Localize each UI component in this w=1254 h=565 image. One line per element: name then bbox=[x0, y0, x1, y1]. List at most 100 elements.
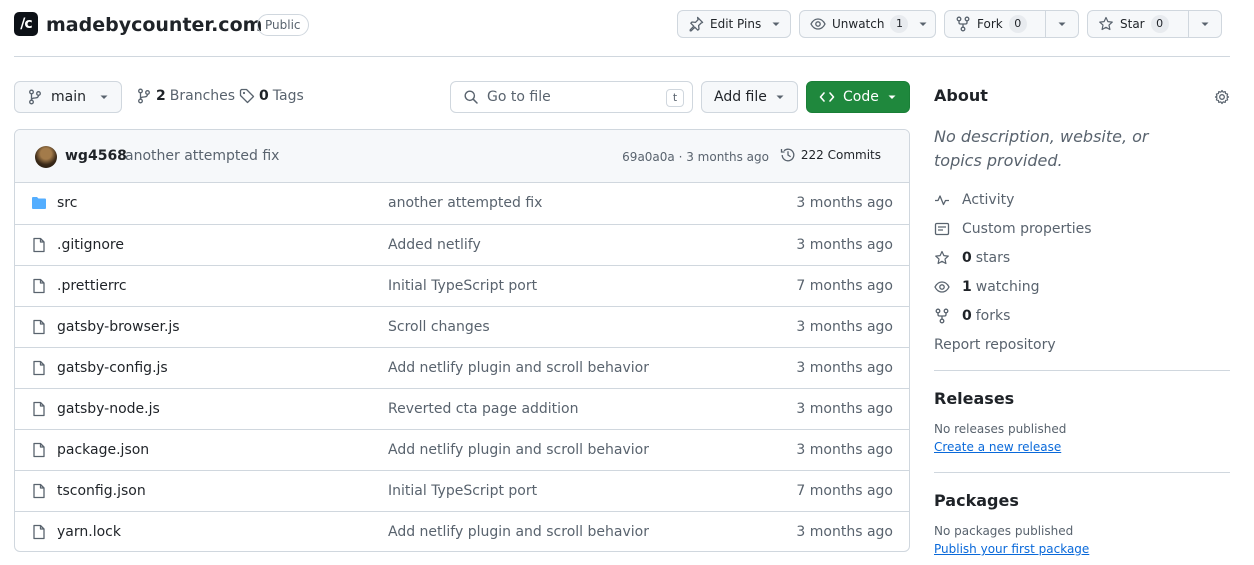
repo-owner-avatar[interactable]: /c bbox=[14, 12, 38, 36]
file-name[interactable]: .prettierrc bbox=[57, 277, 127, 295]
fork-button[interactable]: Fork 0 bbox=[945, 11, 1045, 37]
edit-pins-button[interactable]: Edit Pins bbox=[677, 10, 791, 38]
unwatch-button[interactable]: Unwatch 1 bbox=[799, 10, 936, 38]
tags-link[interactable]: 0 Tags bbox=[239, 88, 304, 104]
gear-icon[interactable] bbox=[1214, 89, 1230, 105]
file-commit-message[interactable]: Add netlify plugin and scroll behavior bbox=[388, 523, 649, 541]
file-name[interactable]: gatsby-node.js bbox=[57, 400, 160, 418]
file-type-icon bbox=[31, 442, 47, 458]
packages-heading[interactable]: Packages bbox=[934, 486, 1230, 516]
latest-commit-bar: wg4568 another attempted fix 69a0a0a · 3… bbox=[15, 130, 909, 183]
watching-link[interactable]: 1 watching bbox=[934, 272, 1230, 301]
code-button[interactable]: Code bbox=[806, 81, 910, 113]
file-type-icon bbox=[31, 483, 47, 499]
commits-link[interactable]: 222 Commits bbox=[780, 147, 881, 163]
file-commit-message[interactable]: another attempted fix bbox=[388, 194, 542, 212]
stars-link[interactable]: 0 stars bbox=[934, 243, 1230, 272]
file-row[interactable]: package.json Add netlify plugin and scrol… bbox=[15, 429, 909, 470]
file-commit-message[interactable]: Scroll changes bbox=[388, 318, 490, 336]
file-commit-message[interactable]: Initial TypeScript port bbox=[388, 482, 537, 500]
tags-count: 0 bbox=[259, 88, 269, 104]
star-dropdown-button[interactable] bbox=[1187, 11, 1221, 37]
commit-hash-time[interactable]: 69a0a0a · 3 months ago bbox=[622, 148, 769, 166]
branch-selector[interactable]: main bbox=[14, 81, 122, 113]
eye-icon bbox=[934, 280, 950, 293]
file-row[interactable]: gatsby-browser.js Scroll changes 3 months … bbox=[15, 306, 909, 347]
search-icon bbox=[464, 90, 478, 104]
report-repository-link[interactable]: Report repository bbox=[934, 330, 1230, 359]
file-name[interactable]: gatsby-config.js bbox=[57, 359, 168, 377]
history-icon bbox=[780, 148, 795, 162]
custom-properties-link[interactable]: Custom properties bbox=[934, 214, 1230, 243]
fork-icon bbox=[956, 16, 970, 32]
commit-message[interactable]: another attempted fix bbox=[125, 147, 279, 165]
file-name[interactable]: tsconfig.json bbox=[57, 482, 146, 500]
forks-label: forks bbox=[975, 307, 1011, 324]
commits-count: 222 Commits bbox=[800, 148, 881, 162]
stars-count: 0 bbox=[962, 249, 972, 266]
fork-dropdown-button[interactable] bbox=[1044, 11, 1078, 37]
add-file-button[interactable]: Add file bbox=[701, 81, 798, 113]
publish-package-link[interactable]: Publish your first package bbox=[934, 540, 1230, 558]
custom-properties-label: Custom properties bbox=[962, 220, 1092, 237]
fork-icon bbox=[935, 308, 949, 323]
file-icon bbox=[33, 319, 45, 335]
file-type-icon bbox=[31, 237, 47, 253]
divider bbox=[934, 370, 1230, 371]
visibility-badge: Public bbox=[257, 14, 309, 36]
file-type-icon bbox=[31, 278, 47, 294]
file-type-icon bbox=[31, 401, 47, 417]
file-commit-date: 7 months ago bbox=[796, 483, 893, 499]
create-release-link[interactable]: Create a new release bbox=[934, 438, 1230, 456]
add-file-label: Add file bbox=[714, 89, 767, 105]
author-avatar[interactable] bbox=[35, 146, 57, 168]
file-row[interactable]: gatsby-node.js Reverted cta page addition… bbox=[15, 388, 909, 429]
file-commit-date: 3 months ago bbox=[796, 401, 893, 417]
file-browser: wg4568 another attempted fix 69a0a0a · 3… bbox=[14, 129, 910, 552]
forks-count: 0 bbox=[962, 307, 972, 324]
file-commit-message[interactable]: Add netlify plugin and scroll behavior bbox=[388, 359, 649, 377]
file-name[interactable]: src bbox=[57, 194, 77, 212]
search-shortcut-key: t bbox=[666, 89, 684, 107]
file-type-icon bbox=[31, 195, 47, 211]
branches-count: 2 bbox=[156, 88, 166, 104]
star-button-group: Star 0 bbox=[1087, 10, 1222, 38]
search-placeholder: Go to file bbox=[487, 89, 551, 105]
file-name[interactable]: package.json bbox=[57, 441, 149, 459]
file-row[interactable]: .prettierrc Initial TypeScript port 7 mont… bbox=[15, 265, 909, 306]
chevron-down-icon bbox=[772, 22, 780, 26]
chevron-down-icon bbox=[919, 22, 927, 26]
repo-header: /c madebycounter.com Public Edit Pins Un… bbox=[14, 0, 1230, 57]
watch-counter: 1 bbox=[890, 15, 909, 33]
activity-link[interactable]: Activity bbox=[934, 185, 1230, 214]
eye-icon bbox=[810, 18, 826, 30]
file-row[interactable]: gatsby-config.js Add netlify plugin and s… bbox=[15, 347, 909, 388]
file-row[interactable]: .gitignore Added netlify 3 months ago bbox=[15, 224, 909, 265]
note-icon bbox=[934, 222, 950, 235]
file-type-icon bbox=[31, 319, 47, 335]
file-name[interactable]: .gitignore bbox=[57, 236, 124, 254]
folder-icon bbox=[32, 197, 46, 209]
file-commit-message[interactable]: Add netlify plugin and scroll behavior bbox=[388, 441, 649, 459]
sidebar: About No description, website, or topics… bbox=[934, 81, 1230, 558]
file-row[interactable]: yarn.lock Add netlify plugin and scroll b… bbox=[15, 511, 909, 551]
file-row[interactable]: tsconfig.json Initial TypeScript port 7 mo… bbox=[15, 470, 909, 511]
chevron-down-icon bbox=[888, 95, 896, 99]
file-commit-message[interactable]: Reverted cta page addition bbox=[388, 400, 579, 418]
fork-label: Fork bbox=[977, 17, 1003, 31]
go-to-file-input[interactable]: Go to file t bbox=[450, 81, 693, 113]
branches-link[interactable]: 2 Branches bbox=[136, 88, 235, 104]
fork-button-group: Fork 0 bbox=[944, 10, 1079, 38]
file-name[interactable]: yarn.lock bbox=[57, 523, 121, 541]
releases-heading[interactable]: Releases bbox=[934, 384, 1230, 414]
file-commit-date: 3 months ago bbox=[796, 319, 893, 335]
file-name[interactable]: gatsby-browser.js bbox=[57, 318, 180, 336]
file-commit-message[interactable]: Initial TypeScript port bbox=[388, 277, 537, 295]
star-button[interactable]: Star 0 bbox=[1088, 11, 1188, 37]
forks-link[interactable]: 0 forks bbox=[934, 301, 1230, 330]
commit-author[interactable]: wg4568 bbox=[65, 147, 127, 165]
file-commit-message[interactable]: Added netlify bbox=[388, 236, 481, 254]
file-row[interactable]: src another attempted fix 3 months ago bbox=[15, 183, 909, 224]
repo-name[interactable]: madebycounter.com bbox=[46, 12, 262, 38]
star-icon bbox=[1099, 16, 1113, 31]
